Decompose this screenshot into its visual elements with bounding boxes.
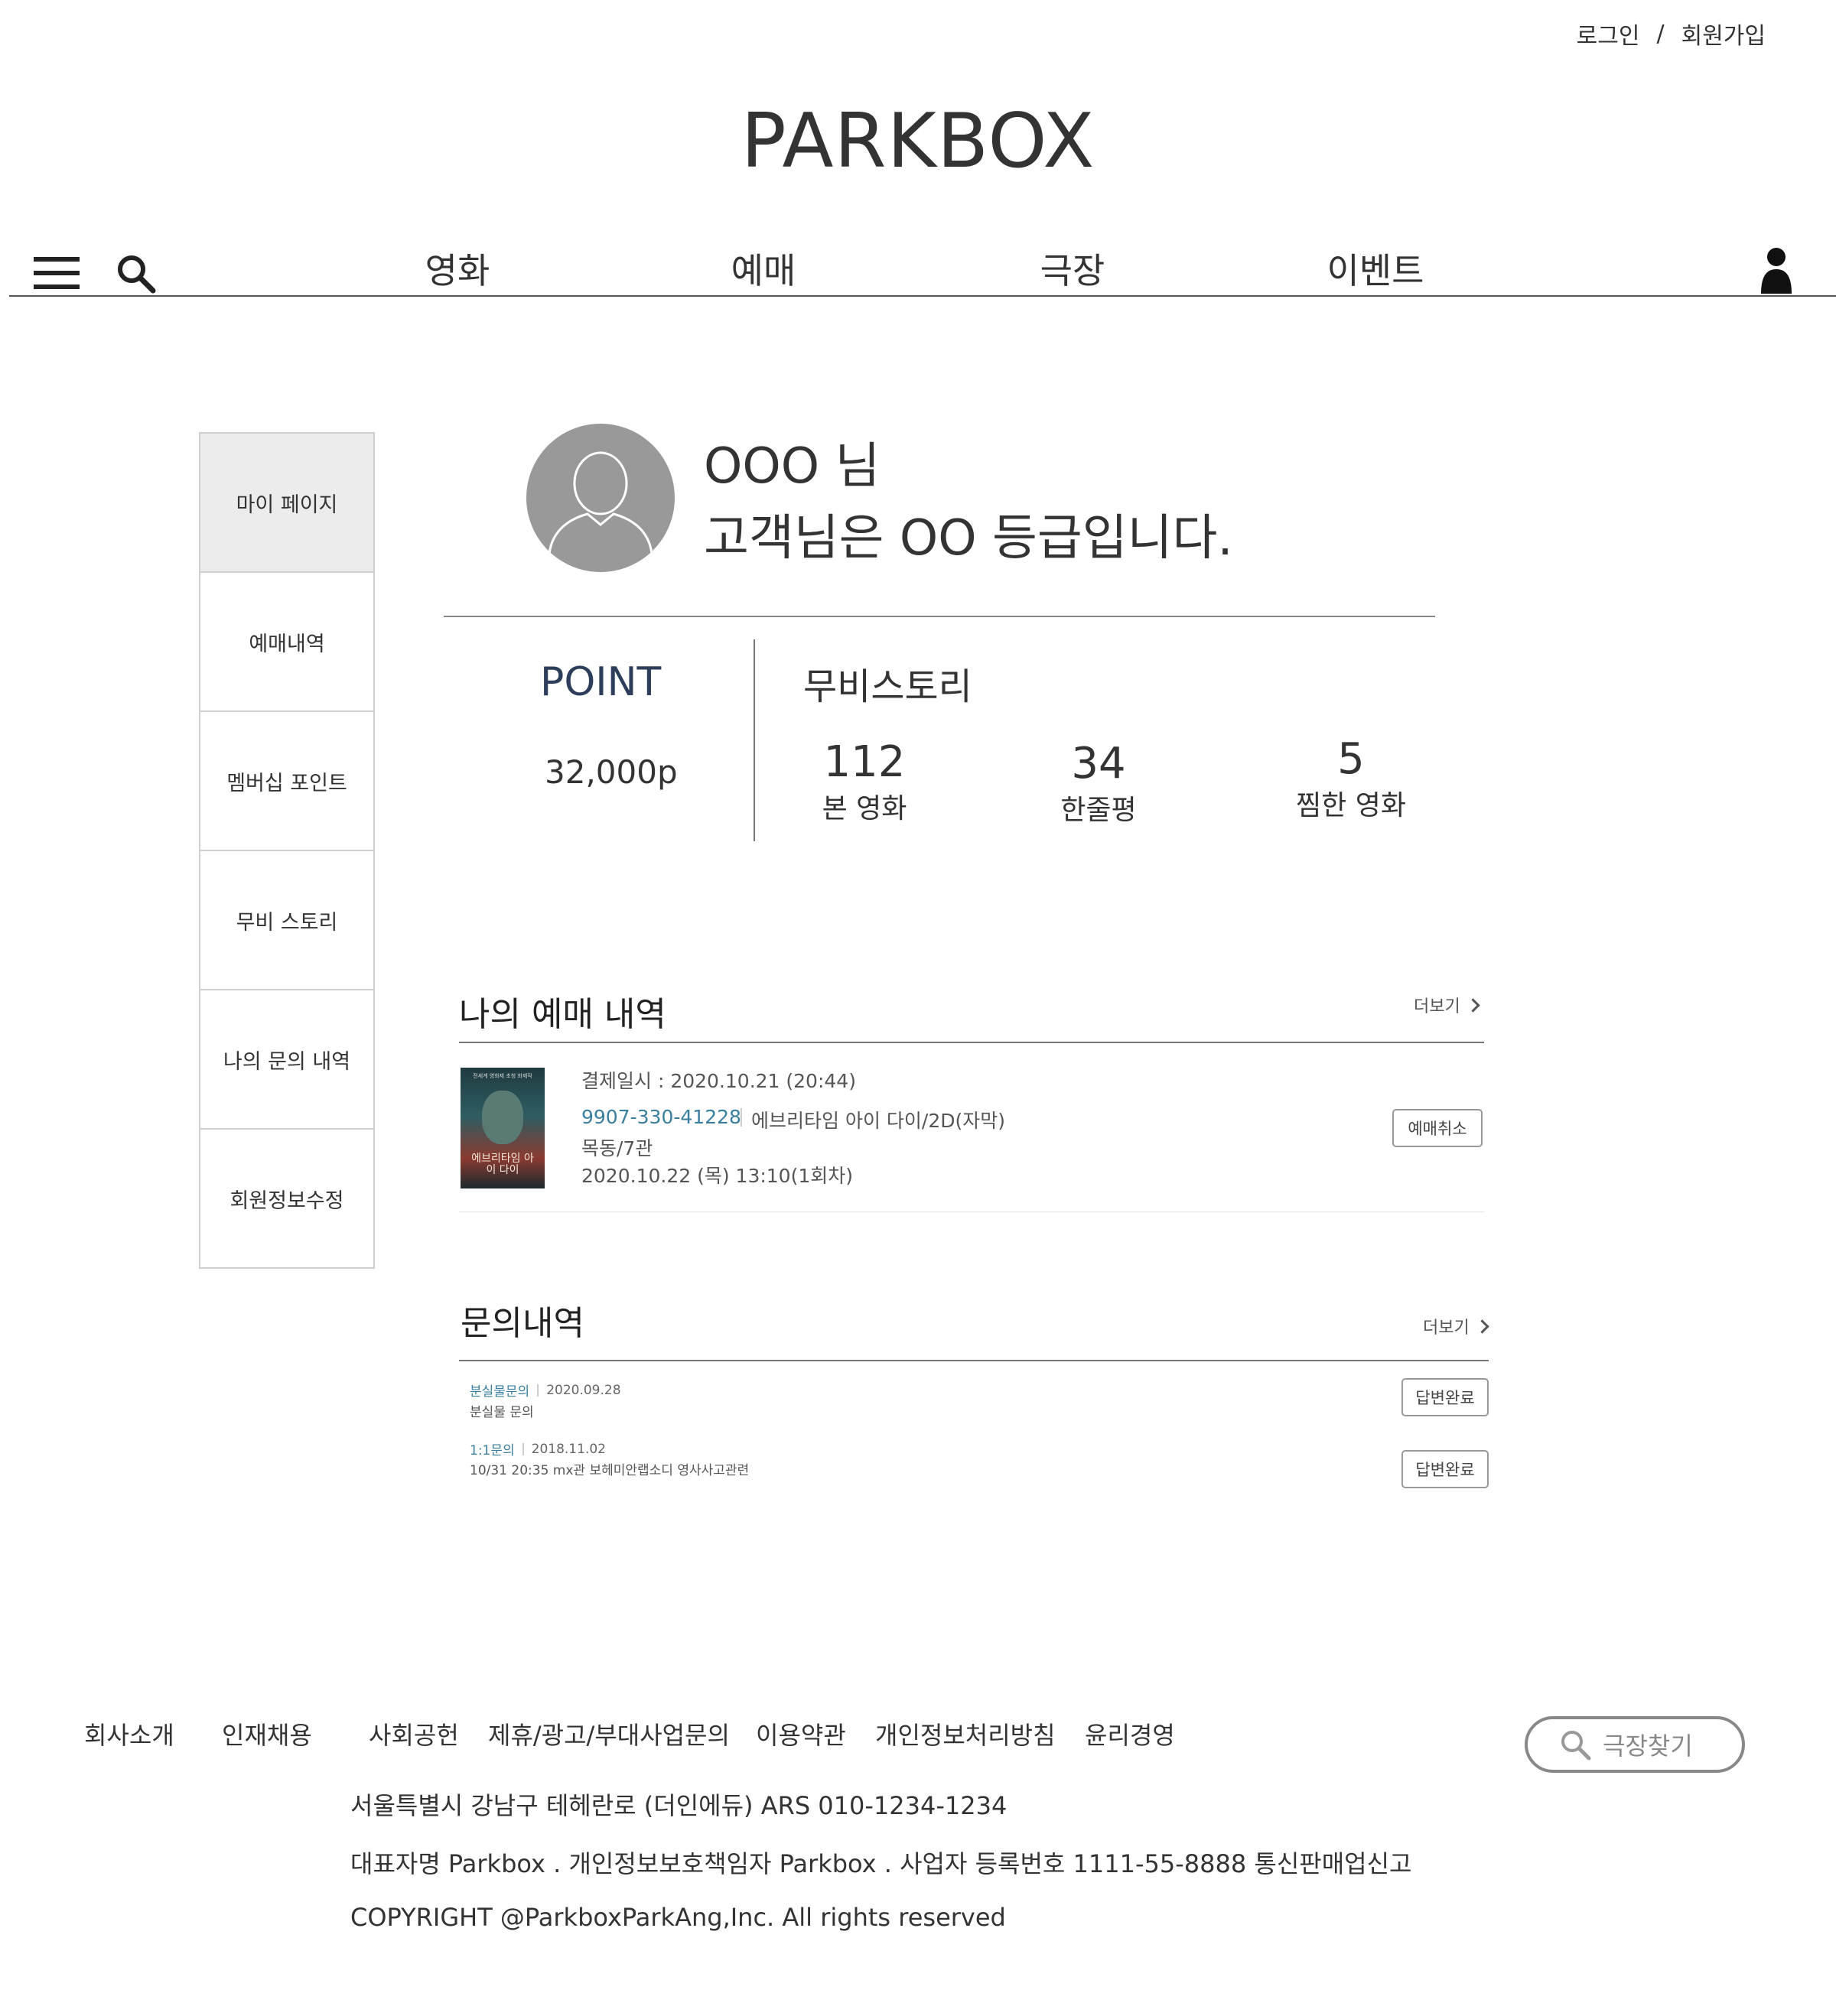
sidebar-item-edit-profile[interactable]: 회원정보수정 — [200, 1130, 373, 1267]
footer-link-partnership[interactable]: 제휴/광고/부대사업문의 — [488, 1716, 730, 1751]
auth-links: 로그인 / 회원가입 — [1577, 17, 1766, 50]
footer-address: 서울특별시 강남구 테헤란로 (더인에듀) ARS 010-1234-1234 — [350, 1791, 1008, 1820]
reservations-divider — [459, 1042, 1484, 1043]
point-title: POINT — [540, 659, 662, 705]
menu-icon[interactable] — [34, 257, 80, 291]
login-link[interactable]: 로그인 — [1577, 17, 1640, 50]
footer-company-info: 대표자명 Parkbox . 개인정보보호책임자 Parkbox . 사업자 등… — [350, 1849, 1412, 1878]
footer-link-careers[interactable]: 인재채용 — [222, 1716, 312, 1751]
movie-poster[interactable]: 전세계 영화제 초청 화제작 에브리타임 아이 다이 — [461, 1068, 545, 1188]
user-grade: 고객님은 OO 등급입니다. — [704, 510, 1233, 567]
inquiry-category[interactable]: 1:1문의 — [470, 1439, 515, 1458]
stat-wishlist-value: 5 — [1337, 734, 1365, 784]
booking-theater: 목동/7관 — [581, 1137, 653, 1159]
nav-theater[interactable]: 극장 — [996, 243, 1149, 294]
footer-link-social[interactable]: 사회공헌 — [369, 1716, 459, 1751]
inquiry-row-1-meta: 분실물문의 2020.09.28 — [470, 1380, 621, 1400]
stat-watched[interactable]: 112 본 영화 — [765, 739, 964, 826]
stat-watched-label: 본 영화 — [822, 792, 907, 824]
booking-movie: 에브리타임 아이 다이/2D(자막) — [751, 1110, 1005, 1132]
sidebar-item-mypage[interactable]: 마이 페이지 — [200, 434, 373, 573]
footer-copyright: COPYRIGHT @ParkboxParkAng,Inc. All right… — [350, 1903, 1006, 1932]
reservations-title: 나의 예매 내역 — [459, 995, 666, 1034]
movie-story-title: 무비스토리 — [803, 665, 972, 708]
reservations-more-link[interactable]: 더보기 — [1414, 993, 1480, 1017]
payment-date: 결제일시 : 2020.10.21 (20:44) — [581, 1070, 856, 1092]
site-logo[interactable]: PARKBOX — [0, 98, 1836, 185]
poster-face — [482, 1091, 523, 1144]
booking-number: 9907-330-41228 — [581, 1106, 741, 1128]
footer-link-company[interactable]: 회사소개 — [84, 1716, 174, 1751]
stats-divider — [754, 639, 755, 841]
theater-search-button[interactable]: 극장찾기 — [1525, 1716, 1745, 1773]
stat-watched-value: 112 — [823, 737, 906, 787]
inquiry-date: 2018.11.02 — [531, 1441, 606, 1457]
stat-wishlist[interactable]: 5 찜한 영화 — [1252, 736, 1450, 823]
stat-reviews-label: 한줄평 — [1060, 794, 1137, 826]
user-name: OOO 님 — [704, 438, 881, 495]
auth-separator: / — [1656, 20, 1665, 47]
cancel-booking-button[interactable]: 예매취소 — [1392, 1109, 1483, 1147]
inquiry-date: 2020.09.28 — [546, 1382, 621, 1398]
booking-separator — [741, 1108, 742, 1127]
point-value[interactable]: 32,000p — [545, 753, 678, 791]
search-icon — [1561, 1731, 1591, 1761]
inquiry-category[interactable]: 분실물문의 — [470, 1380, 529, 1400]
sidebar-item-membership-points[interactable]: 멤버십 포인트 — [200, 712, 373, 851]
chevron-right-icon — [1475, 1319, 1489, 1334]
inquiry-status-badge: 답변완료 — [1401, 1450, 1489, 1488]
chevron-right-icon — [1466, 997, 1480, 1013]
inquiry-row-2-meta: 1:1문의 2018.11.02 — [470, 1439, 606, 1459]
user-icon[interactable] — [1758, 246, 1795, 295]
stat-reviews-value: 34 — [1071, 739, 1126, 789]
footer-link-ethics[interactable]: 윤리경영 — [1085, 1716, 1175, 1751]
inquiries-divider — [459, 1360, 1489, 1361]
avatar — [526, 424, 675, 572]
footer-link-privacy[interactable]: 개인정보처리방침 — [875, 1716, 1056, 1751]
sidebar-item-movie-story[interactable]: 무비 스토리 — [200, 851, 373, 990]
theater-search-label: 극장찾기 — [1603, 1731, 1693, 1761]
reservation-row-divider — [459, 1211, 1484, 1212]
poster-title: 에브리타임 아이 다이 — [471, 1153, 534, 1177]
signup-link[interactable]: 회원가입 — [1681, 17, 1766, 50]
reservations-more-label: 더보기 — [1414, 997, 1460, 1016]
stat-reviews[interactable]: 34 한줄평 — [999, 740, 1198, 828]
profile-divider — [444, 616, 1435, 617]
footer-link-terms[interactable]: 이용약관 — [756, 1716, 846, 1751]
nav-movie[interactable]: 영화 — [381, 243, 534, 294]
inquiry-status-badge: 답변완료 — [1401, 1378, 1489, 1416]
inquiries-title: 문의내역 — [461, 1304, 584, 1343]
inquiry-body[interactable]: 10/31 20:35 mx관 보헤미안랩소디 영사사고관련 — [470, 1459, 749, 1478]
nav-booking[interactable]: 예매 — [687, 243, 840, 294]
sidebar-item-reservations[interactable]: 예매내역 — [200, 573, 373, 712]
poster-tagline: 전세계 영화제 초청 화제작 — [473, 1073, 532, 1079]
mypage-sidebar: 마이 페이지 예매내역 멤버십 포인트 무비 스토리 나의 문의 내역 회원정보… — [199, 432, 375, 1269]
inquiry-body[interactable]: 분실물 문의 — [470, 1401, 534, 1420]
inquiries-more-label: 더보기 — [1423, 1319, 1470, 1338]
sidebar-item-my-inquiries[interactable]: 나의 문의 내역 — [200, 990, 373, 1130]
user-silhouette-icon — [548, 451, 653, 554]
nav-divider — [9, 295, 1836, 297]
booking-showtime: 2020.10.22 (목) 13:10(1회차) — [581, 1165, 853, 1187]
inquiry-separator — [537, 1384, 539, 1397]
stat-wishlist-label: 찜한 영화 — [1296, 789, 1406, 821]
inquiries-more-link[interactable]: 더보기 — [1423, 1314, 1489, 1338]
nav-event[interactable]: 이벤트 — [1299, 243, 1452, 294]
inquiry-separator — [522, 1442, 524, 1455]
search-icon[interactable] — [115, 252, 158, 295]
